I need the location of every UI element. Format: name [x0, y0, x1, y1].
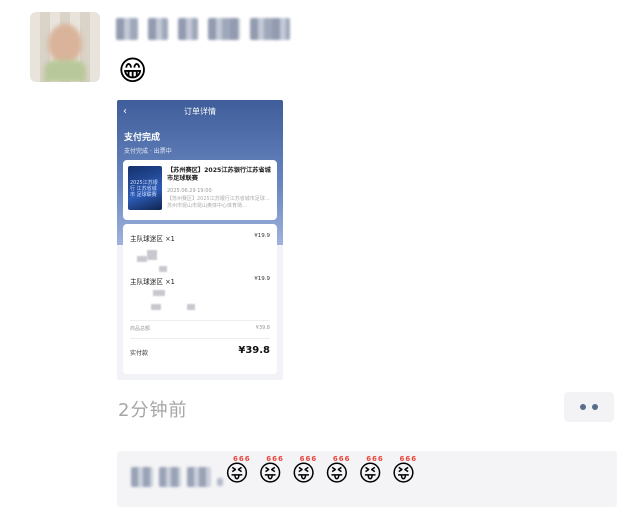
comment-emojis: 666 😝 666 😝 666 😝 666 😝 666 😝 666 😝	[225, 455, 418, 487]
ticket-items-card: 主队球迷区 ×1 ¥19.9 主队球迷区 ×1 ¥19.9 商品总额 ¥39.8…	[123, 224, 277, 374]
commenter-name-blurred[interactable]	[131, 467, 223, 487]
ticket-item: 主队球迷区 ×1 ¥19.9	[130, 233, 270, 243]
paid-row: 实付款 ¥39.8	[130, 345, 270, 357]
poster-avatar[interactable]	[30, 12, 100, 82]
666-emoji-icon: 666 😝	[324, 455, 351, 487]
event-card: 2025江苏银行 江苏省城市 足球联赛 【苏州赛区】2025江苏银行江苏省城市足…	[123, 160, 277, 220]
666-emoji-icon: 666 😝	[358, 455, 384, 487]
event-date: 2025.06.29 19:00	[167, 188, 212, 194]
payment-status-title: 支付完成	[124, 133, 161, 143]
avatar-body	[44, 60, 86, 82]
post-emoji: 😁	[118, 54, 148, 87]
666-emoji-icon: 666 😝	[391, 455, 418, 487]
avatar-face	[48, 24, 82, 64]
more-actions-button[interactable]	[564, 392, 614, 422]
comment-area: 666 😝 666 😝 666 😝 666 😝 666 😝 666 😝	[117, 451, 617, 507]
dot-icon	[592, 404, 598, 410]
event-title: 【苏州赛区】2025江苏银行江苏省城市足球联赛	[167, 167, 271, 182]
subtotal-row: 商品总额 ¥39.8	[130, 325, 270, 332]
dot-icon	[580, 404, 586, 410]
666-emoji-icon: 666 😝	[258, 455, 284, 487]
payment-status-sub: 支付完成 · 出票中	[124, 148, 172, 155]
event-desc: 【苏州赛区】2025江苏银行江苏省城市足球… 苏州市昆山市昆山奥体中心体育场…	[167, 196, 270, 209]
ticket-item: 主队球迷区 ×1 ¥19.9	[130, 276, 270, 286]
order-nav-title: 订单详情	[184, 107, 216, 116]
666-emoji-icon: 666 😝	[225, 455, 251, 487]
666-emoji-icon: 666 😝	[291, 455, 318, 487]
event-thumbnail: 2025江苏银行 江苏省城市 足球联赛	[128, 166, 162, 210]
order-screenshot-image[interactable]: ‹ 订单详情 支付完成 支付完成 · 出票中 2025江苏银行 江苏省城市 足球…	[117, 100, 283, 380]
post-time: 2分钟前	[118, 400, 188, 421]
poster-name-blurred[interactable]	[116, 16, 290, 42]
